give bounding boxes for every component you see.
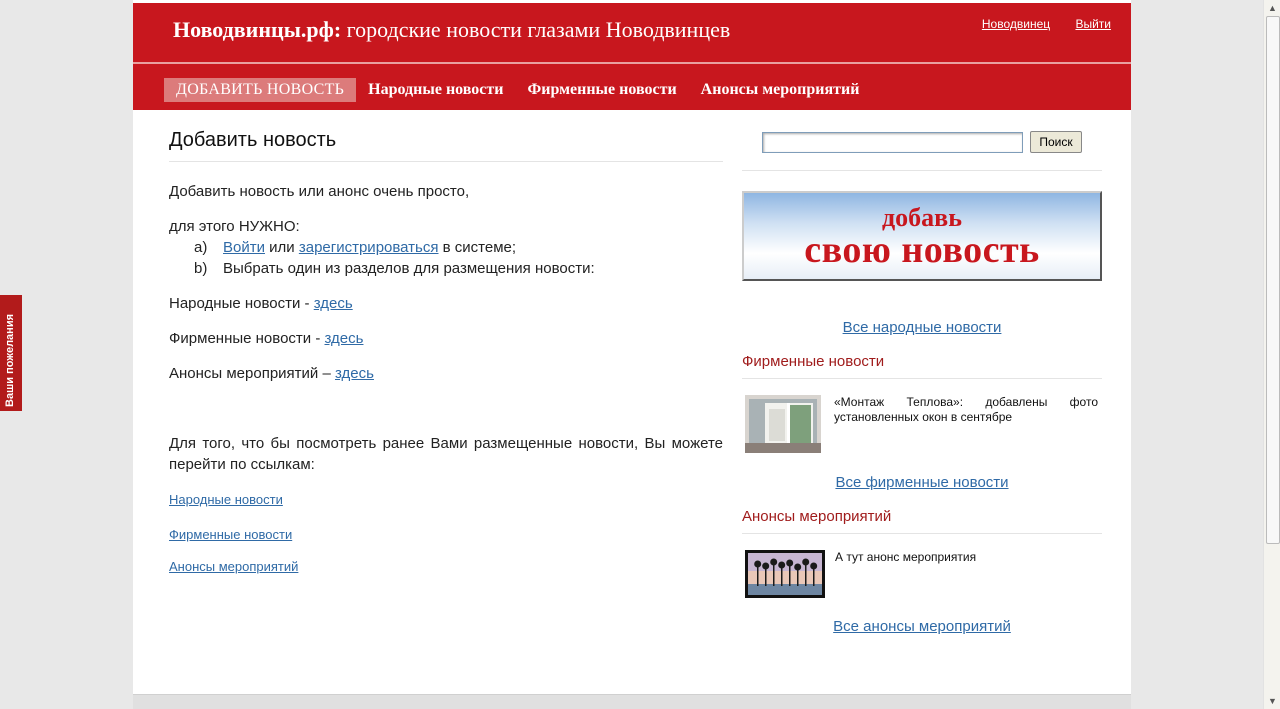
- vertical-scrollbar[interactable]: ▲ ▼: [1263, 0, 1280, 709]
- scroll-up-arrow-icon[interactable]: ▲: [1266, 1, 1279, 15]
- site-tagline: городские новости глазами Новодвинцев: [346, 17, 731, 42]
- page: Новодвинцы.рф: городские новости глазами…: [133, 0, 1131, 709]
- step-b: b) Выбрать один из разделов для размещен…: [169, 258, 723, 279]
- palm-sunset-thumbnail[interactable]: [745, 550, 825, 598]
- section-line-company: Фирменные новости - здесь: [169, 328, 723, 349]
- events-item[interactable]: А тут анонс мероприятия: [742, 534, 1102, 598]
- step-b-text: Выбрать один из разделов для размещения …: [223, 260, 595, 277]
- nav-add-news[interactable]: ДОБАВИТЬ НОВОСТЬ: [164, 78, 357, 102]
- banner-line2: свою новость: [804, 229, 1040, 271]
- all-people-news-link[interactable]: Все народные новости: [742, 319, 1102, 336]
- step-a-rest: в системе;: [442, 239, 517, 256]
- sidebar: Поиск добавь свою новость Все народные н…: [742, 130, 1102, 635]
- login-link[interactable]: Войти: [223, 239, 265, 256]
- page-title: Добавить новость: [169, 130, 723, 162]
- section-line-label: Народные новости -: [169, 295, 310, 312]
- previous-news-text: Для того, что бы посмотреть ранее Вами р…: [169, 435, 723, 473]
- all-company-news-link[interactable]: Все фирменные новости: [742, 474, 1102, 491]
- company-news-text[interactable]: «Монтаж Теплова»: добавлены фото установ…: [834, 395, 1098, 453]
- main-content: Добавить новость Добавить новость или ан…: [169, 130, 723, 577]
- company-news-here-link[interactable]: здесь: [325, 330, 364, 347]
- step-a-or: или: [269, 239, 295, 256]
- my-company-news-link[interactable]: Фирменные новости: [169, 527, 292, 542]
- site-name: Новодвинцы.рф:: [173, 17, 342, 42]
- register-link[interactable]: зарегистрироваться: [299, 239, 439, 256]
- sidebar-divider: [742, 170, 1102, 171]
- scroll-thumb[interactable]: [1266, 16, 1280, 544]
- intro-text: Добавить новость или анонс очень просто,: [169, 183, 470, 200]
- feedback-tab[interactable]: Ваши пожелания: [0, 295, 22, 411]
- step-a-text: Войти или зарегистрироваться в системе;: [223, 237, 516, 258]
- events-here-link[interactable]: здесь: [335, 365, 374, 382]
- footer-bar: [133, 694, 1131, 709]
- scroll-down-arrow-icon[interactable]: ▼: [1266, 694, 1279, 708]
- section-line-label: Анонсы мероприятий –: [169, 365, 331, 382]
- nav-company-news[interactable]: Фирменные новости: [527, 81, 676, 99]
- nav-events[interactable]: Анонсы мероприятий: [701, 81, 860, 99]
- search-input[interactable]: [762, 131, 1024, 153]
- main-nav: ДОБАВИТЬ НОВОСТЬ Народные новости Фирмен…: [164, 78, 883, 102]
- events-text[interactable]: А тут анонс мероприятия: [835, 550, 976, 598]
- section-line-events: Анонсы мероприятий – здесь: [169, 363, 723, 384]
- my-people-news-link[interactable]: Народные новости: [169, 492, 283, 507]
- company-news-heading: Фирменные новости: [742, 353, 1102, 379]
- step-a-mark: a): [194, 239, 208, 256]
- my-events-link[interactable]: Анонсы мероприятий: [169, 559, 298, 574]
- add-news-banner[interactable]: добавь свою новость: [742, 191, 1102, 281]
- need-text: для этого НУЖНО:: [169, 218, 300, 235]
- banner-line1: добавь: [882, 203, 962, 232]
- step-a: a) Войти или зарегистрироваться в систем…: [169, 237, 723, 258]
- section-line-people: Народные новости - здесь: [169, 293, 723, 314]
- nav-people-news[interactable]: Народные новости: [368, 81, 503, 99]
- events-heading: Анонсы мероприятий: [742, 508, 1102, 534]
- feedback-tab-label: Ваши пожелания: [4, 314, 16, 407]
- user-profile-link[interactable]: Новодвинец: [982, 17, 1050, 31]
- step-b-mark: b): [194, 260, 208, 277]
- search-form: Поиск: [742, 130, 1102, 154]
- user-links: Новодвинец Выйти: [960, 17, 1111, 31]
- people-news-here-link[interactable]: здесь: [314, 295, 353, 312]
- all-events-link[interactable]: Все анонсы мероприятий: [742, 618, 1102, 635]
- section-line-label: Фирменные новости -: [169, 330, 321, 347]
- window-photo-thumbnail[interactable]: [745, 395, 821, 453]
- company-news-item[interactable]: «Монтаж Теплова»: добавлены фото установ…: [742, 379, 1102, 453]
- header-divider: [133, 62, 1131, 64]
- site-title[interactable]: Новодвинцы.рф: городские новости глазами…: [173, 17, 730, 43]
- logout-link[interactable]: Выйти: [1075, 17, 1111, 31]
- site-header: Новодвинцы.рф: городские новости глазами…: [133, 3, 1131, 110]
- search-button[interactable]: Поиск: [1030, 131, 1082, 153]
